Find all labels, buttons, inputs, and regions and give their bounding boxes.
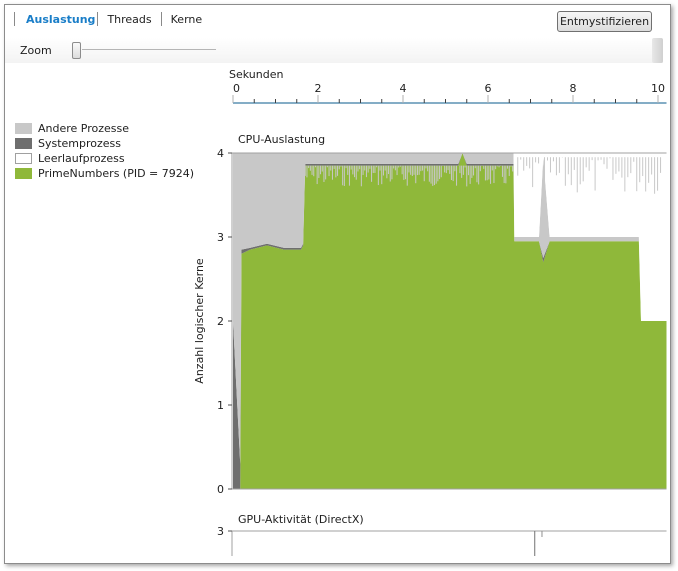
gpu-y-axis: 3 — [217, 525, 667, 556]
ruler-tick-label: 2 — [315, 82, 322, 95]
timeline-ruler[interactable]: 0 2 4 6 8 10 — [232, 82, 667, 104]
ruler-tick-label: 0 — [233, 82, 240, 95]
cpu-y-tick-label: 0 — [217, 483, 224, 496]
cpu-y-axis-label: Anzahl logischer Kerne — [193, 258, 206, 384]
cpu-y-tick-label: 3 — [217, 231, 224, 244]
cpu-areas — [233, 153, 667, 489]
timeline-label: Sekunden — [229, 68, 283, 81]
cpu-y-tick-label: 1 — [217, 399, 224, 412]
cpu-y-tick-label: 4 — [217, 147, 224, 160]
ruler-tick-label: 8 — [570, 82, 577, 95]
gpu-chart-title: GPU-Aktivität (DirectX) — [238, 513, 364, 526]
utilization-chart: Sekunden 0 2 4 6 8 10 CPU-Auslastung Anzahl l… — [193, 68, 667, 556]
ruler-tick-label: 4 — [400, 82, 407, 95]
cpu-chart-title: CPU-Auslastung — [238, 133, 325, 146]
gpu-y-tick-label: 3 — [217, 525, 224, 538]
cpu-y-tick-label: 2 — [217, 315, 224, 328]
ruler-tick-label: 10 — [651, 82, 665, 95]
ruler-tick-label: 6 — [485, 82, 492, 95]
